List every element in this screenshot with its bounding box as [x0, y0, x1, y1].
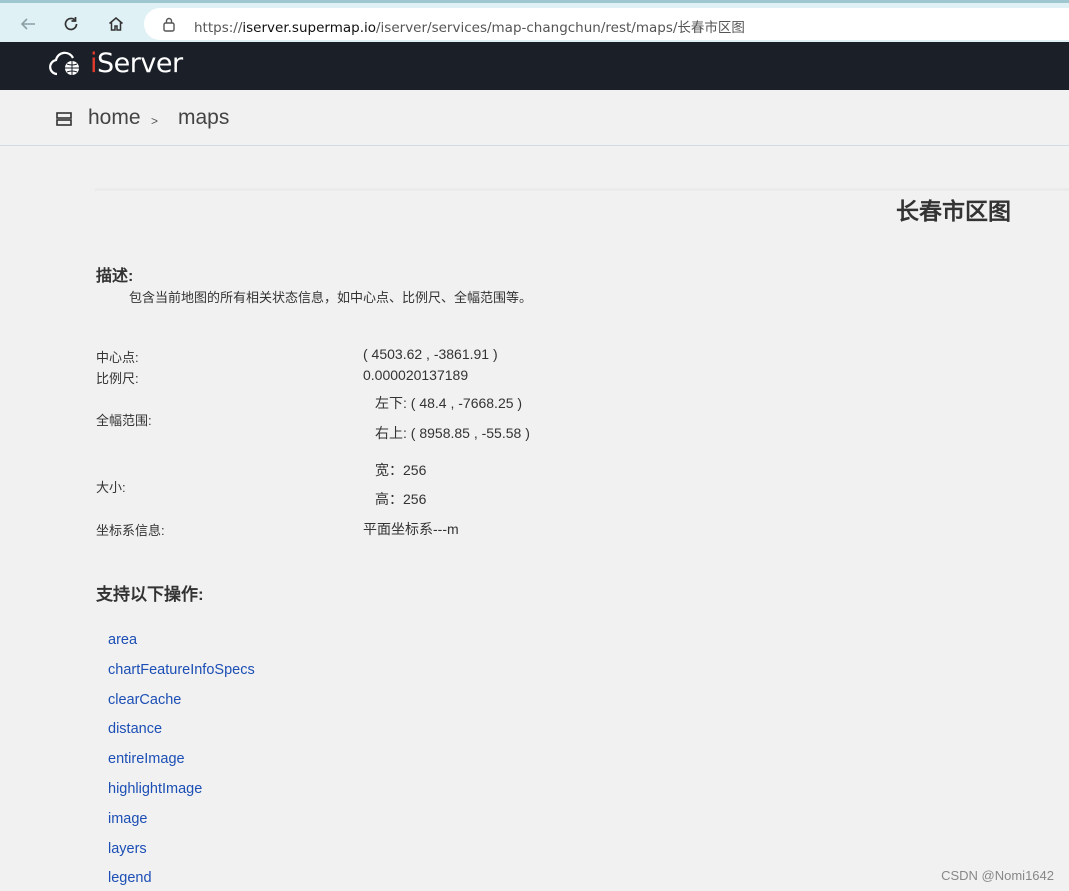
back-button[interactable]	[15, 11, 41, 37]
browser-toolbar: https://iserver.supermap.io/iserver/serv…	[0, 0, 1069, 42]
breadcrumb-maps-link[interactable]: maps	[178, 106, 229, 130]
lock-icon	[163, 17, 175, 32]
url-text: https://iserver.supermap.io/iserver/serv…	[194, 16, 745, 36]
reload-button[interactable]	[58, 11, 84, 37]
url-path: /iserver/services/map-changchun/rest/map…	[376, 20, 745, 36]
logo-server: Server	[97, 48, 183, 79]
page-title: 长春市区图	[896, 198, 1011, 224]
operation-link-image[interactable]: image	[108, 811, 255, 841]
bounds-lower-left: 左下: ( 48.4 , -7668.25 )	[375, 395, 523, 411]
operation-link-distance[interactable]: distance	[108, 721, 255, 751]
address-bar[interactable]: https://iserver.supermap.io/iserver/serv…	[144, 8, 1069, 40]
top-navigation: iServer	[0, 42, 1069, 90]
url-host: iserver.supermap.io	[242, 20, 376, 36]
server-icon	[56, 112, 72, 126]
center-label: 中心点:	[96, 350, 139, 365]
operation-link-entireimage[interactable]: entireImage	[108, 751, 255, 781]
operation-link-clearcache[interactable]: clearCache	[108, 692, 255, 722]
cloud-globe-icon	[49, 51, 79, 75]
title-divider	[95, 188, 1069, 191]
home-icon	[109, 17, 123, 31]
operation-link-area[interactable]: area	[108, 632, 255, 662]
url-prefix: https://	[194, 20, 243, 36]
logo-text: iServer	[90, 48, 183, 79]
operations-list: area chartFeatureInfoSpecs clearCache di…	[108, 632, 255, 891]
operations-heading: 支持以下操作:	[96, 585, 204, 604]
crs-label: 坐标系信息:	[96, 523, 165, 538]
logo-i: i	[90, 48, 98, 79]
description-text: 包含当前地图的所有相关状态信息，如中心点、比例尺、全幅范围等。	[129, 290, 533, 305]
operation-link-layers[interactable]: layers	[108, 841, 255, 871]
operation-link-legend[interactable]: legend	[108, 870, 255, 891]
breadcrumb: home > maps	[0, 90, 1069, 146]
breadcrumb-home-link[interactable]: home	[88, 106, 141, 130]
reload-icon	[64, 17, 78, 31]
size-width: 宽：256	[375, 462, 427, 478]
size-height: 高：256	[375, 491, 427, 507]
operation-link-chartfeatureinfospecs[interactable]: chartFeatureInfoSpecs	[108, 662, 255, 692]
bounds-label: 全幅范围:	[96, 413, 152, 428]
home-button[interactable]	[103, 11, 129, 37]
size-label: 大小:	[96, 480, 126, 495]
center-value: ( 4503.62 , -3861.91 )	[363, 346, 498, 362]
description-heading: 描述:	[96, 268, 134, 285]
operation-link-highlightimage[interactable]: highlightImage	[108, 781, 255, 811]
csdn-watermark: CSDN @Nomi1642	[941, 868, 1054, 883]
scale-value: 0.000020137189	[363, 367, 469, 383]
bounds-upper-right: 右上: ( 8958.85 , -55.58 )	[375, 425, 530, 441]
breadcrumb-separator: >	[151, 114, 159, 128]
scale-label: 比例尺:	[96, 371, 139, 386]
back-arrow-icon	[20, 18, 35, 30]
crs-value: 平面坐标系---m	[363, 521, 459, 537]
iserver-logo[interactable]: iServer	[48, 48, 183, 79]
